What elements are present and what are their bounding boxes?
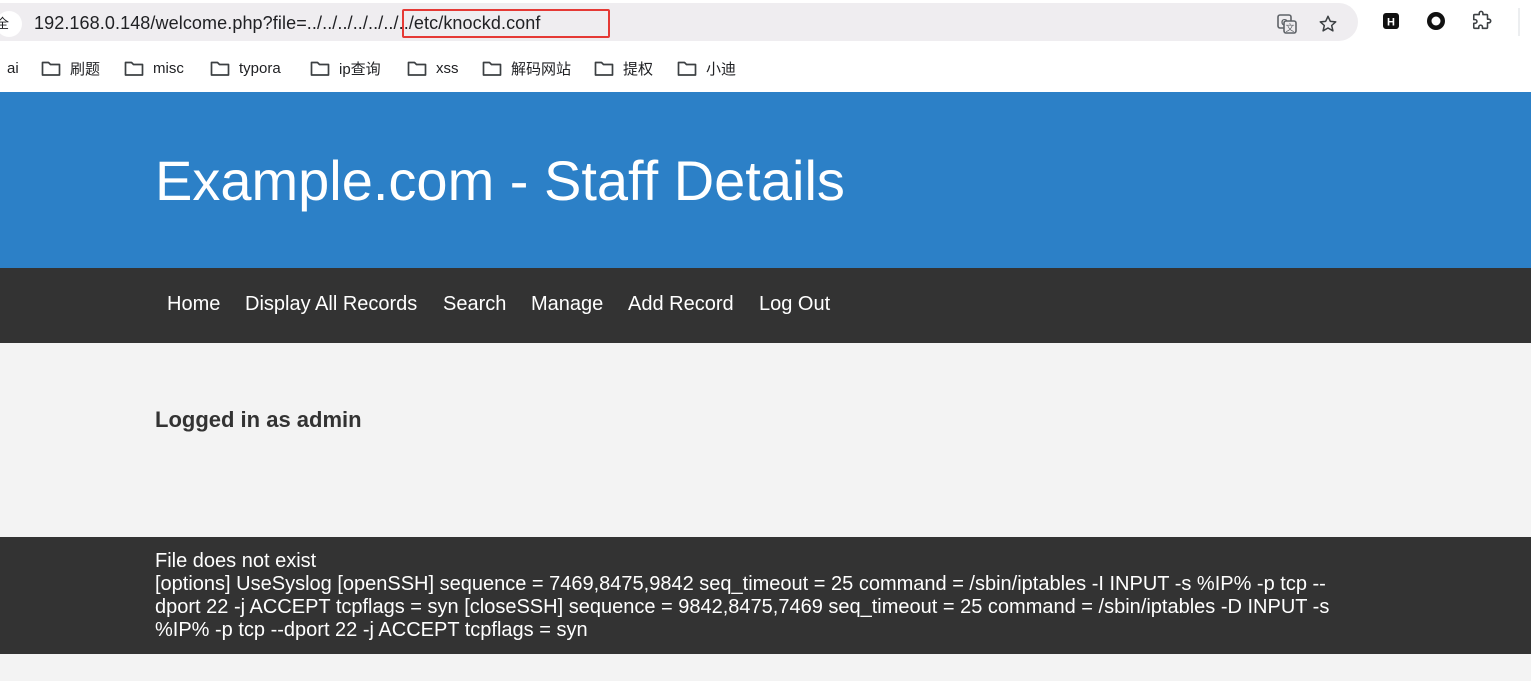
bookmark-label: xss — [436, 59, 459, 77]
nav-add-record[interactable]: Add Record — [628, 293, 734, 316]
toolbar-edge — [1517, 8, 1520, 36]
url-highlight-box — [402, 9, 610, 38]
main-nav: Home Display All Records Search Manage A… — [0, 268, 1531, 343]
bookmark-label: misc — [153, 59, 184, 77]
folder-icon — [124, 61, 144, 76]
bookmark-label: 提权 — [623, 60, 654, 78]
folder-icon — [482, 61, 502, 76]
bookmarks-bar: ai 刷题 misc typora ip查询 xss 解码网站 提权 小迪 — [0, 44, 1531, 92]
page-footer: File does not exist [options] UseSyslog … — [0, 537, 1531, 654]
svg-text:H: H — [1387, 17, 1395, 29]
main-content: Logged in as admin — [0, 343, 1531, 537]
page-bottom — [0, 654, 1531, 681]
knockd-config-output: [options] UseSyslog [openSSH] sequence =… — [155, 573, 1330, 641]
bookmark-folder[interactable]: xss — [407, 58, 459, 78]
extensions-puzzle-icon[interactable] — [1471, 10, 1493, 32]
svg-text:文: 文 — [1285, 22, 1294, 34]
extension-circle-icon[interactable] — [1425, 10, 1447, 32]
extension-h-icon[interactable]: H — [1380, 10, 1402, 32]
nav-home[interactable]: Home — [167, 293, 220, 316]
nav-log-out[interactable]: Log Out — [759, 293, 830, 316]
address-bar[interactable]: 全 192.168.0.148/welcome.php?file=../../.… — [0, 3, 1358, 41]
nav-search[interactable]: Search — [443, 293, 506, 316]
bookmark-label: 解码网站 — [511, 60, 572, 78]
translate-icon[interactable]: G 文 — [1275, 12, 1299, 36]
bookmark-folder[interactable]: 提权 — [594, 58, 653, 78]
bookmark-folder[interactable]: ip查询 — [310, 58, 381, 78]
folder-icon — [41, 61, 61, 76]
bookmark-folder[interactable]: 解码网站 — [482, 58, 571, 78]
bookmark-label: ip查询 — [339, 60, 381, 78]
folder-icon — [594, 61, 614, 76]
page-header: Example.com - Staff Details — [0, 92, 1531, 268]
login-status: Logged in as admin — [155, 407, 362, 432]
folder-icon — [210, 61, 230, 76]
bookmark-label: 刷题 — [70, 60, 101, 78]
bookmark-label: ai — [7, 59, 19, 77]
nav-manage[interactable]: Manage — [531, 293, 603, 316]
folder-icon — [310, 61, 330, 76]
browser-toolbar: 全 192.168.0.148/welcome.php?file=../../.… — [0, 0, 1531, 44]
bookmark-star-icon[interactable] — [1316, 12, 1340, 36]
bookmark-label: 小迪 — [706, 60, 737, 78]
nav-display-all-records[interactable]: Display All Records — [245, 293, 417, 316]
page-title: Example.com - Staff Details — [155, 149, 845, 212]
folder-icon — [677, 61, 697, 76]
bookmark-folder[interactable]: misc — [124, 58, 184, 78]
bookmark-folder[interactable]: typora — [210, 58, 281, 78]
site-info-label: 全 — [0, 16, 10, 31]
site-info-chip[interactable]: 全 — [0, 11, 22, 37]
bookmark-folder[interactable]: 刷题 — [41, 58, 100, 78]
bookmark-folder[interactable]: 小迪 — [677, 58, 736, 78]
folder-icon — [407, 61, 427, 76]
file-status-message: File does not exist — [155, 550, 317, 572]
bookmark-ai[interactable]: ai — [7, 58, 19, 78]
file-output: File does not exist [options] UseSyslog … — [155, 550, 1345, 642]
bookmark-label: typora — [239, 59, 281, 77]
